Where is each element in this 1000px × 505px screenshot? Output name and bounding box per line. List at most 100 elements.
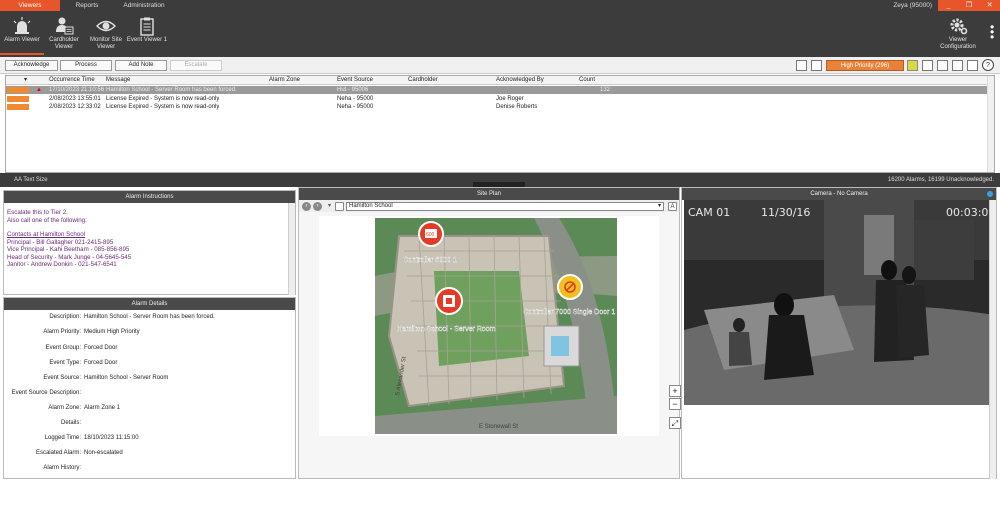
detail-row: Alarm History: xyxy=(4,461,291,476)
controller-6000-marker[interactable]: 600 xyxy=(418,221,444,247)
alarm-instructions-title: Alarm Instructions xyxy=(4,191,295,203)
high-priority-filter[interactable]: High Priority (296) xyxy=(826,60,904,71)
zoom-in-button[interactable]: + xyxy=(669,385,681,397)
close-button[interactable]: ✕ xyxy=(979,0,1000,11)
table-row[interactable]: ▲ 17/10/2023 21:10:56 Hamilton School - … xyxy=(6,86,994,94)
maximize-button[interactable]: ❐ xyxy=(959,0,980,11)
gear-icon xyxy=(950,18,968,35)
col-event-source[interactable]: Event Source xyxy=(337,76,373,84)
alarm-viewer-label: Alarm Viewer xyxy=(4,37,40,43)
tab-reports[interactable]: Reports xyxy=(62,0,112,11)
alarm-details-title: Alarm Details xyxy=(4,298,295,310)
forward-icon[interactable]: › xyxy=(313,202,322,211)
home-icon[interactable] xyxy=(335,202,344,211)
escalate-button[interactable]: Escalate xyxy=(170,60,222,71)
filter-box-4[interactable] xyxy=(922,60,933,71)
row-message: License Expired - System is now read-onl… xyxy=(106,104,220,110)
siren-icon xyxy=(13,17,31,34)
text-toggle-icon[interactable]: A xyxy=(668,202,677,211)
camera-status-icon xyxy=(987,191,993,197)
col-cardholder[interactable]: Cardholder xyxy=(408,76,438,84)
filter-box-5[interactable] xyxy=(937,60,948,71)
map-label: Controller 6000 1 xyxy=(403,257,457,264)
detail-label: Event Group: xyxy=(45,345,81,351)
alarm-details-panel: Alarm Details Description: Hamilton Schoo… xyxy=(3,297,296,479)
contact-line: Vice Principal - Kahi Beetham - 085-856-… xyxy=(7,246,130,253)
grid-scrollbar[interactable] xyxy=(987,76,994,172)
tab-administration[interactable]: Administration xyxy=(114,0,174,11)
monitor-site-viewer-button[interactable]: Monitor Site Viewer xyxy=(84,13,128,55)
filter-box-6[interactable] xyxy=(952,60,963,71)
row-time: 2/08/2023 13:55:01 xyxy=(49,96,101,102)
col-acknowledged-by[interactable]: Acknowledged By xyxy=(496,76,544,84)
zoom-out-button[interactable]: − xyxy=(669,398,681,410)
detail-value: Forced Door xyxy=(84,345,118,351)
col-count[interactable]: Count xyxy=(579,76,595,84)
controller-7000-marker[interactable] xyxy=(557,274,583,300)
viewer-toolbar: Alarm Viewer Cardholder Viewer Monitor S… xyxy=(0,11,1000,57)
dropdown-chevron-icon[interactable]: ▾ xyxy=(325,202,334,211)
instructions-scrollbar[interactable] xyxy=(288,203,295,295)
process-button[interactable]: Process xyxy=(60,60,112,71)
filter-box-1[interactable] xyxy=(796,60,807,71)
tab-viewers[interactable]: Viewers xyxy=(0,0,60,11)
camera-title: Camera - No Camera xyxy=(682,188,996,200)
detail-row: Event Source: Hamilton School - Server Ro… xyxy=(4,371,291,386)
detail-value: Forced Door xyxy=(84,360,118,366)
col-message[interactable]: Message xyxy=(106,76,130,84)
camera-panel: Camera - No Camera CAM 01 11/30/16 00:03… xyxy=(681,187,997,479)
contact-line: Janitor - Andrew Donkin - 021-547-6541 xyxy=(7,261,117,268)
detail-row: Description: Hamilton School - Server Roo… xyxy=(4,310,291,325)
grid-header: ▾ Occurrence Time Message Alarm Zone Eve… xyxy=(6,76,994,85)
event-viewer-label: Event Viewer 1 xyxy=(126,37,168,43)
detail-label: Alarm Zone: xyxy=(48,405,81,411)
row-source: Neha - 95000 xyxy=(337,96,374,102)
status-strip: AA Text Size 16200 Alarms, 16199 Unackno… xyxy=(0,173,1000,187)
event-viewer-button[interactable]: Event Viewer 1 xyxy=(124,13,170,55)
text-size-icon: AA xyxy=(14,177,24,183)
contacts-link[interactable]: Contacts at Hamilton School xyxy=(7,231,131,239)
alarm-instructions-panel: Alarm Instructions Escalate this to Tier… xyxy=(3,190,296,295)
minimize-button[interactable]: _ xyxy=(938,0,959,11)
row-count: 132 xyxy=(600,87,611,93)
text-size-button[interactable]: AA Text Size xyxy=(14,173,48,187)
more-options-icon[interactable]: • • • xyxy=(990,21,994,43)
viewer-configuration-button[interactable]: Viewer Configuration xyxy=(934,13,982,55)
filter-box-3[interactable] xyxy=(907,60,918,71)
cardholder-viewer-button[interactable]: Cardholder Viewer xyxy=(42,13,86,55)
priority-indicator xyxy=(7,96,29,102)
row-ack: Joe Roger xyxy=(496,96,524,102)
server-room-marker[interactable] xyxy=(435,287,463,315)
help-button[interactable]: ? xyxy=(982,59,994,71)
table-row[interactable]: 2/08/2023 12:33:02 License Expired - Sys… xyxy=(6,103,994,111)
app-window: Viewers Reports Administration Zeya (950… xyxy=(0,0,1000,505)
camera-feed[interactable]: CAM 01 11/30/16 00:03:05 xyxy=(684,200,995,405)
table-row[interactable]: 2/08/2023 13:55:01 License Expired - Sys… xyxy=(6,95,994,103)
detail-label: Logged Time: xyxy=(44,435,81,441)
map-label: Controller 7000 Single Door 1 xyxy=(523,309,615,316)
camera-date: 11/30/16 xyxy=(761,206,811,219)
courtyard xyxy=(434,271,529,366)
filter-box-2[interactable] xyxy=(811,60,822,71)
col-occurrence-time[interactable]: Occurrence Time xyxy=(49,76,95,84)
eye-icon xyxy=(96,20,116,32)
site-map[interactable]: E Stonewall St S Alexander St 600 Contro… xyxy=(319,216,659,436)
acknowledge-button[interactable]: Acknowledge xyxy=(5,60,58,71)
alarm-viewer-button[interactable]: Alarm Viewer xyxy=(0,13,44,55)
pool xyxy=(551,336,569,356)
fullscreen-icon[interactable]: ⤢ xyxy=(669,417,681,429)
unacknowledged-icon: ▲ xyxy=(36,87,42,93)
sort-chevron-icon[interactable]: ▾ xyxy=(24,76,27,84)
select-chevron-icon: ▾ xyxy=(657,203,661,209)
site-plan-panel: Site Plan ‹ › ▾ Hamilton School ▾ A E St… xyxy=(298,187,681,479)
filter-box-7[interactable] xyxy=(967,60,978,71)
back-icon[interactable]: ‹ xyxy=(302,202,311,211)
add-note-button[interactable]: Add Note xyxy=(115,60,167,71)
site-plan-toolbar: ‹ › ▾ Hamilton School ▾ A xyxy=(299,200,679,212)
current-user: Zeya (95000) xyxy=(893,2,932,9)
col-alarm-zone[interactable]: Alarm Zone xyxy=(269,76,300,84)
site-plan-select[interactable]: Hamilton School ▾ xyxy=(346,202,664,211)
camera-scrollbar[interactable] xyxy=(989,200,996,479)
detail-row: Event Source Description: xyxy=(4,386,291,401)
alarm-count: 16200 Alarms, 16199 Unacknowledged. xyxy=(887,177,994,183)
